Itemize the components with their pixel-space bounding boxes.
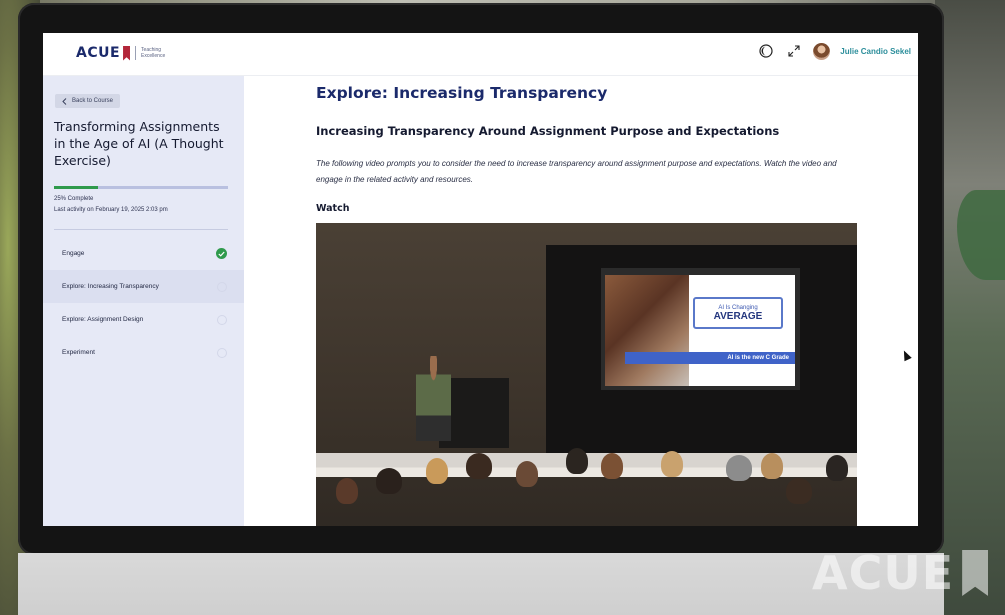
dark-mode-toggle[interactable]	[757, 42, 775, 60]
section-heading: Increasing Transparency Around Assignmen…	[316, 124, 780, 138]
check-circle-icon	[216, 248, 227, 259]
incomplete-circle-icon	[217, 314, 227, 325]
slide-badge-main: AVERAGE	[713, 310, 763, 322]
watermark-text: ACUE	[812, 546, 955, 600]
incomplete-circle-icon	[217, 281, 227, 292]
module-label: Explore: Increasing Transparency	[62, 283, 159, 290]
course-progress-bar	[54, 186, 228, 189]
fullscreen-button[interactable]	[785, 42, 803, 60]
video-player[interactable]: AI Is Changing AVERAGE AI is the new C G…	[316, 223, 857, 526]
course-sidebar: Back to Course Transforming Assignments …	[43, 76, 244, 526]
module-label: Explore: Assignment Design	[62, 316, 144, 323]
intro-text: The following video prompts you to consi…	[316, 159, 837, 184]
back-to-course-label: Back to Course	[72, 98, 114, 104]
logo-text: ACUE	[76, 45, 121, 61]
incomplete-circle-icon	[217, 347, 227, 358]
slide-photo	[605, 275, 689, 386]
back-to-course-button[interactable]: Back to Course	[55, 94, 121, 108]
lesson-content: Explore: Increasing Transparency Increas…	[244, 76, 918, 526]
background-plant	[957, 190, 1005, 280]
module-engage[interactable]: Engage	[43, 237, 244, 270]
last-activity: Last activity on February 19, 2025 2:03 …	[54, 207, 168, 213]
expand-icon	[788, 45, 800, 57]
slide-arrow-banner: AI is the new C Grade	[625, 352, 795, 364]
course-progress-fill	[54, 186, 98, 189]
watch-heading: Watch	[316, 203, 350, 214]
course-title: Transforming Assignments in the Age of A…	[54, 119, 224, 168]
progress-percent: 25% Complete	[54, 196, 94, 202]
monitor-base	[18, 553, 944, 615]
slide-badge: AI Is Changing AVERAGE	[693, 297, 783, 329]
user-avatar[interactable]	[813, 42, 831, 60]
acue-watermark: ACUE	[812, 546, 989, 600]
header-actions: Julie Candio Sekel	[757, 41, 911, 61]
module-explore-increasing-transparency[interactable]: Explore: Increasing Transparency	[43, 270, 244, 303]
module-list: Engage Explore: Increasing Transparency …	[43, 237, 244, 369]
logo-divider	[135, 46, 137, 60]
acue-logo[interactable]: ACUE Teaching Excellence	[76, 42, 169, 64]
video-presenter	[416, 356, 451, 441]
chevron-left-icon	[62, 97, 67, 105]
module-label: Experiment	[62, 349, 95, 356]
page-title: Explore: Increasing Transparency	[316, 84, 608, 102]
app-screen: ACUE Teaching Excellence Julie Candio Se…	[43, 33, 918, 526]
bookmark-icon	[962, 550, 989, 596]
module-explore-assignment-design[interactable]: Explore: Assignment Design	[43, 303, 244, 336]
module-experiment[interactable]: Experiment	[43, 336, 244, 369]
video-slide: AI Is Changing AVERAGE AI is the new C G…	[605, 275, 795, 386]
moon-icon	[759, 44, 773, 58]
module-label: Engage	[62, 250, 85, 257]
logo-tagline: Teaching Excellence	[141, 47, 166, 59]
user-name[interactable]: Julie Candio Sekel	[840, 47, 911, 56]
bookmark-icon	[123, 45, 131, 61]
top-bar: ACUE Teaching Excellence Julie Candio Se…	[43, 33, 918, 76]
video-audience	[316, 448, 857, 526]
sidebar-divider	[54, 229, 228, 230]
background-right	[935, 0, 1005, 615]
